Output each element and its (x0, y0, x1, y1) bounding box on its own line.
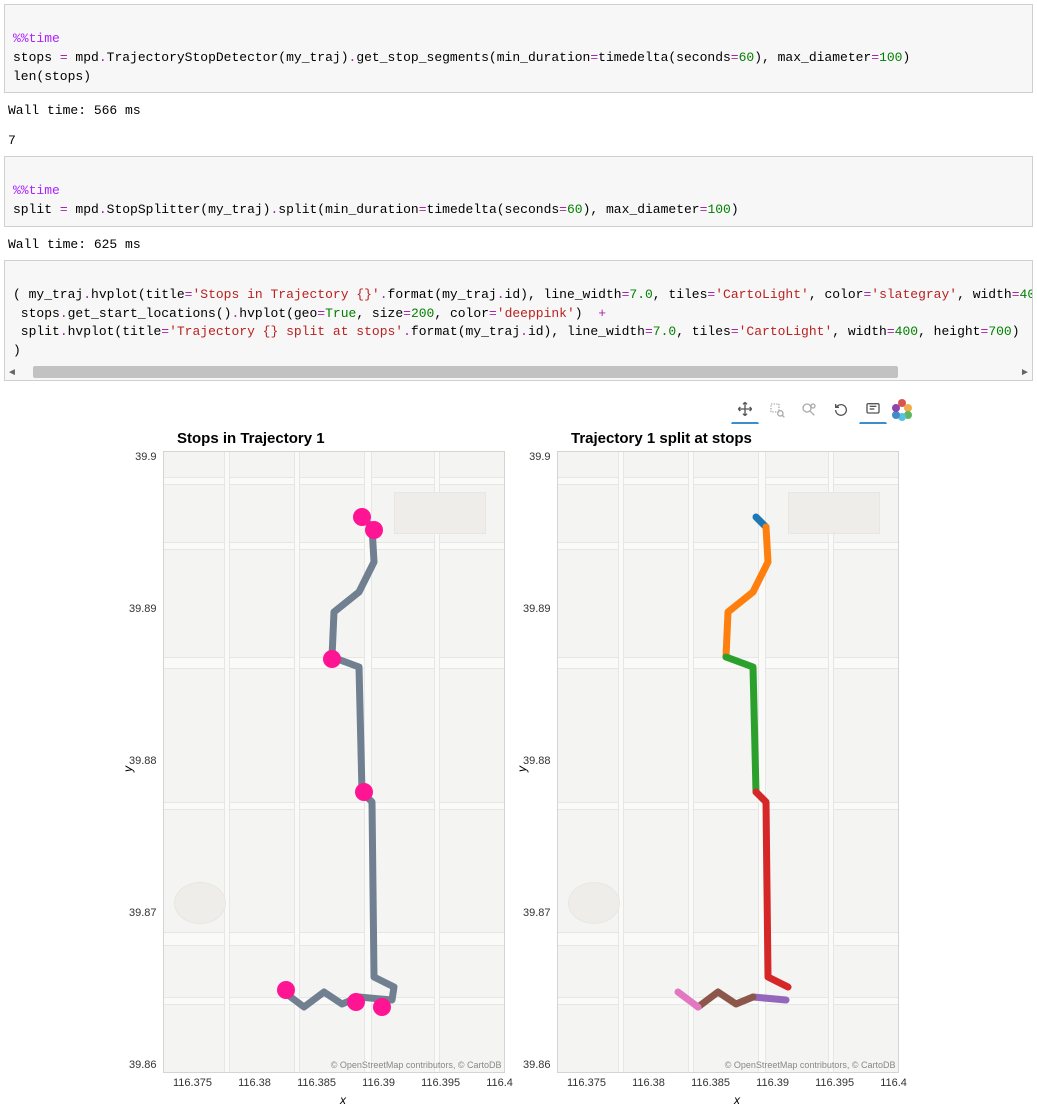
y-axis-ticks: 39.9 39.89 39.88 39.87 39.86 (523, 451, 557, 1071)
pan-tool-icon[interactable] (731, 395, 759, 424)
y-axis-label: y (515, 766, 529, 772)
stop-point (365, 521, 383, 539)
plot-right-canvas[interactable]: © OpenStreetMap contributors, © CartoDB (557, 451, 899, 1073)
plot-right-title: Trajectory 1 split at stops (523, 430, 907, 447)
y-axis-label: y (121, 766, 135, 772)
plot-right[interactable]: Trajectory 1 split at stops y 39.9 39.89… (523, 430, 907, 1107)
plot-left-title: Stops in Trajectory 1 (129, 430, 513, 447)
code-cell-3[interactable]: ( my_traj.hvplot(title='Stops in Traject… (4, 260, 1033, 368)
plot-left-canvas[interactable]: © OpenStreetMap contributors, © CartoDB (163, 451, 505, 1073)
box-zoom-icon[interactable] (763, 396, 791, 424)
code-cell-1[interactable]: %%time stops = mpd.TrajectoryStopDetecto… (4, 4, 1033, 93)
x-axis-label: x (173, 1093, 513, 1107)
stop-point (277, 981, 295, 999)
wall-time-2: Wall time: 625 ms (8, 237, 141, 252)
bokeh-logo-icon[interactable] (891, 399, 913, 421)
wheel-zoom-icon[interactable] (795, 396, 823, 424)
stop-point (347, 993, 365, 1011)
hover-tool-icon[interactable] (859, 395, 887, 424)
x-axis-ticks: 116.375 116.38 116.385 116.39 116.395 11… (173, 1073, 513, 1093)
stop-point (355, 783, 373, 801)
plot-left[interactable]: Stops in Trajectory 1 y 39.9 39.89 39.88… (129, 430, 513, 1107)
map-attribution: © OpenStreetMap contributors, © CartoDB (331, 1060, 502, 1070)
y-axis-ticks: 39.9 39.89 39.88 39.87 39.86 (129, 451, 163, 1071)
output-cell-1: Wall time: 566 ms 7 (4, 97, 1033, 156)
wall-time-1: Wall time: 566 ms (8, 103, 141, 118)
result-1: 7 (8, 133, 16, 148)
cell-magic: %%time (13, 183, 60, 198)
horizontal-scrollbar[interactable]: ◄ ► (4, 364, 1033, 381)
plot-output: Stops in Trajectory 1 y 39.9 39.89 39.88… (4, 430, 1033, 1107)
stop-point (373, 998, 391, 1016)
cell-magic: %%time (13, 31, 60, 46)
scroll-left-icon[interactable]: ◄ (5, 367, 19, 378)
x-axis-ticks: 116.375 116.38 116.385 116.39 116.395 11… (567, 1073, 907, 1093)
scroll-right-icon[interactable]: ► (1018, 367, 1032, 378)
stop-point (323, 650, 341, 668)
output-cell-2: Wall time: 625 ms (4, 231, 1033, 260)
x-axis-label: x (567, 1093, 907, 1107)
reset-icon[interactable] (827, 396, 855, 424)
code-cell-2[interactable]: %%time split = mpd.StopSplitter(my_traj)… (4, 156, 1033, 227)
scrollbar-thumb[interactable] (33, 366, 898, 378)
bokeh-toolbar (4, 389, 1033, 430)
map-attribution: © OpenStreetMap contributors, © CartoDB (725, 1060, 896, 1070)
